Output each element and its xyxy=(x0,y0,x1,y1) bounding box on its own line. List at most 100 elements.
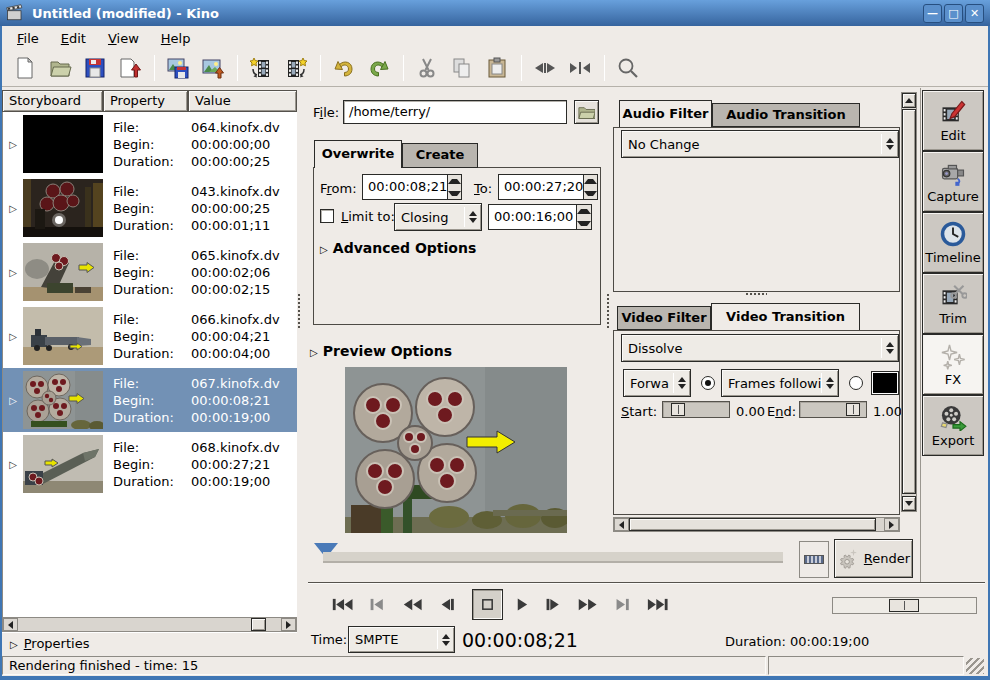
stop-icon[interactable] xyxy=(472,589,503,620)
column-header-storyboard[interactable]: Storyboard xyxy=(2,90,103,112)
pane-splitter[interactable] xyxy=(745,292,767,297)
t2-icon[interactable] xyxy=(23,179,103,237)
pane-splitter[interactable] xyxy=(297,293,302,329)
browse-button[interactable] xyxy=(574,100,599,124)
skip-forward-icon[interactable] xyxy=(646,595,670,613)
frame-forward-icon[interactable] xyxy=(540,595,564,613)
shuttle-thumb[interactable] xyxy=(889,599,919,612)
advanced-options-expander[interactable]: ▷ Advanced Options xyxy=(320,238,476,257)
column-header-property[interactable]: Property xyxy=(103,90,188,112)
video-transition-dropdown[interactable]: Dissolve xyxy=(621,334,899,362)
scroll-thumb[interactable] xyxy=(251,618,266,631)
storyboard-row[interactable]: ▷ File: Begin: Duration: 064.kinofx.dv 0… xyxy=(3,112,297,176)
frames-radio[interactable] xyxy=(701,376,715,390)
expander-icon[interactable]: ▷ xyxy=(3,395,23,406)
undo-icon[interactable] xyxy=(329,53,359,83)
sidebar-button-trim[interactable]: Trim xyxy=(922,273,984,334)
join-icon[interactable] xyxy=(565,53,595,83)
scroll-thumb[interactable] xyxy=(902,109,916,494)
shuttle-slider[interactable] xyxy=(832,597,977,614)
paste-icon[interactable] xyxy=(482,53,512,83)
limit-spinbox[interactable]: 00:00:16;00 xyxy=(488,204,592,230)
from-spinbox[interactable]: 00:00:08;21 xyxy=(362,174,462,200)
expander-icon[interactable]: ▷ xyxy=(3,331,23,342)
spin-arrows-icon[interactable] xyxy=(583,175,597,199)
t6-icon[interactable] xyxy=(23,435,103,493)
properties-bar[interactable]: ▷ Properties xyxy=(2,632,297,653)
to-spinbox[interactable]: 00:00:27;20 xyxy=(498,174,598,200)
fast-forward-icon[interactable] xyxy=(575,595,599,613)
limit-mode-dropdown[interactable]: Closing xyxy=(394,203,482,231)
maximize-button[interactable]: □ xyxy=(944,4,963,23)
storyboard-row[interactable]: ▷ File: Begin: Duration: 065.kinofx.dv 0… xyxy=(3,240,297,304)
next-scene-icon[interactable] xyxy=(610,595,634,613)
tab-overwrite[interactable]: Overwrite xyxy=(314,140,402,168)
fx-hscrollbar[interactable] xyxy=(613,517,900,532)
&Edit-button[interactable]: Edit xyxy=(50,28,97,49)
scroll-right-icon[interactable] xyxy=(884,518,899,531)
&Help-button[interactable]: Help xyxy=(150,28,202,49)
t1-icon[interactable] xyxy=(23,115,103,173)
tab-video-filter[interactable]: Video Filter xyxy=(617,306,711,330)
open-icon[interactable] xyxy=(45,53,75,83)
minimize-button[interactable]: — xyxy=(923,4,942,23)
sidebar-button-edit[interactable]: Edit xyxy=(922,90,984,151)
insert-after-icon[interactable] xyxy=(281,53,311,83)
storyboard-row[interactable]: ▷ File: Begin: Duration: 068.kinofx.dv 0… xyxy=(3,432,297,496)
scroll-right-icon[interactable] xyxy=(281,618,296,631)
sidebar-button-timeline[interactable]: Timeline xyxy=(922,212,984,273)
expander-icon[interactable]: ▷ xyxy=(3,203,23,214)
spin-arrows-icon[interactable] xyxy=(447,175,461,199)
sidebar-button-export[interactable]: Export xyxy=(922,395,984,456)
save-as-icon[interactable] xyxy=(115,53,145,83)
start-slider[interactable] xyxy=(662,401,730,418)
previous-scene-icon[interactable] xyxy=(365,595,389,613)
audio-filter-dropdown[interactable]: No Change xyxy=(621,130,899,158)
storyboard-row[interactable]: ▷ File: Begin: Duration: 043.kinofx.dv 0… xyxy=(3,176,297,240)
new-icon[interactable] xyxy=(10,53,40,83)
tab-video-transition[interactable]: Video Transition xyxy=(711,303,860,330)
scroll-thumb[interactable] xyxy=(629,518,876,531)
expander-icon[interactable]: ▷ xyxy=(10,639,18,650)
properties-label[interactable]: Properties xyxy=(24,636,90,651)
drag-handle-icon[interactable] xyxy=(804,555,824,564)
tab-audio-transition[interactable]: Audio Transition xyxy=(712,103,860,127)
color-radio[interactable] xyxy=(849,376,863,390)
direction-dropdown[interactable]: Forwa xyxy=(623,369,691,397)
scroll-down-icon[interactable] xyxy=(902,496,916,511)
split-icon[interactable] xyxy=(530,53,560,83)
magnifier-icon[interactable] xyxy=(613,53,643,83)
insert-before-icon[interactable] xyxy=(246,53,276,83)
resize-grip[interactable] xyxy=(966,658,984,674)
close-button[interactable]: ✕ xyxy=(965,4,984,23)
frames-dropdown[interactable]: Frames followi xyxy=(721,369,839,397)
storyboard-row[interactable]: ▷ File: Begin: Duration: 066.kinofx.dv 0… xyxy=(3,304,297,368)
expander-icon[interactable]: ▷ xyxy=(3,459,23,470)
sidebar-button-capture[interactable]: Capture xyxy=(922,151,984,212)
rewind-icon[interactable] xyxy=(401,595,425,613)
tab-create[interactable]: Create xyxy=(402,143,478,168)
scrubber-track[interactable] xyxy=(323,552,783,563)
frame-back-icon[interactable] xyxy=(436,595,460,613)
titlebar[interactable]: Untitled (modified) - Kino — □ ✕ xyxy=(0,0,990,26)
redo-icon[interactable] xyxy=(364,53,394,83)
&File-button[interactable]: File xyxy=(6,28,50,49)
end-slider[interactable] xyxy=(799,401,867,418)
fx-vscrollbar[interactable] xyxy=(901,92,917,512)
save-still-icon[interactable] xyxy=(163,53,193,83)
export-still-icon[interactable] xyxy=(198,53,228,83)
storyboard-row[interactable]: ▷ File: Begin: Duration: 067.kinofx.dv 0… xyxy=(3,368,297,432)
play-icon[interactable] xyxy=(514,595,529,613)
tab-audio-filter[interactable]: Audio Filter xyxy=(619,100,712,127)
limit-checkbox[interactable] xyxy=(320,209,334,223)
column-header-value[interactable]: Value xyxy=(188,90,297,112)
file-input[interactable]: /home/terry/ xyxy=(343,100,567,124)
&View-button[interactable]: View xyxy=(97,28,150,49)
preview-options-expander[interactable]: ▷ Preview Options xyxy=(310,341,452,360)
expander-icon[interactable]: ▷ xyxy=(3,267,23,278)
time-format-dropdown[interactable]: SMPTE xyxy=(348,626,455,653)
color-swatch[interactable] xyxy=(871,371,899,395)
scroll-up-icon[interactable] xyxy=(902,93,916,108)
expander-icon[interactable]: ▷ xyxy=(3,139,23,150)
t4-icon[interactable] xyxy=(23,307,103,365)
